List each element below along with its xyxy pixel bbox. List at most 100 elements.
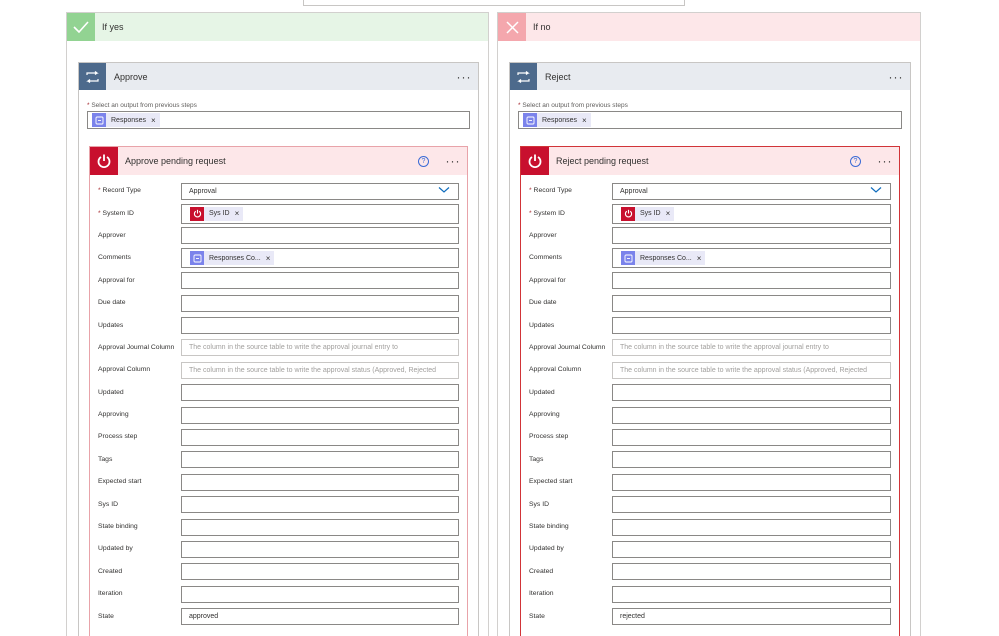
record-type-field[interactable]: Approval bbox=[612, 182, 891, 200]
action-header[interactable]: Reject ··· bbox=[510, 63, 910, 90]
expected-start-field[interactable] bbox=[181, 473, 459, 491]
comments-field[interactable]: Responses Co... × bbox=[181, 248, 459, 269]
check-icon bbox=[67, 13, 95, 41]
state-field[interactable]: approved bbox=[181, 608, 459, 626]
param-row-updates: Updates bbox=[529, 314, 891, 336]
sys-id-field[interactable] bbox=[612, 496, 891, 514]
param-row-approval-for: Approval for bbox=[529, 270, 891, 292]
sys-id-token[interactable]: Sys ID × bbox=[190, 206, 244, 221]
created-field[interactable] bbox=[612, 563, 891, 581]
param-label: Tags bbox=[529, 455, 544, 463]
flow-canvas: If yes Approve ··· * Select an output fr… bbox=[0, 0, 999, 636]
chevron-down-icon[interactable] bbox=[870, 186, 882, 196]
system-id-field[interactable]: Sys ID × bbox=[181, 203, 459, 224]
iteration-field[interactable] bbox=[181, 585, 459, 603]
responses-co-token[interactable]: Responses Co... × bbox=[621, 251, 706, 266]
param-label: Process step bbox=[529, 433, 569, 441]
field-value: approved bbox=[189, 613, 219, 621]
updated-by-field[interactable] bbox=[181, 540, 459, 558]
due-date-field[interactable] bbox=[612, 294, 891, 312]
approval-for-field[interactable] bbox=[612, 272, 891, 290]
param-row-expected-start: Expected start bbox=[529, 471, 891, 493]
power-icon bbox=[521, 147, 549, 175]
record-type-field[interactable]: Approval bbox=[181, 182, 459, 200]
approval-column-field[interactable]: The column in the source table to write … bbox=[181, 361, 459, 379]
help-icon[interactable]: ? bbox=[850, 155, 861, 167]
param-row-comments: Comments Responses Co... × bbox=[98, 247, 459, 269]
updated-field[interactable] bbox=[181, 384, 459, 402]
param-row-updated: Updated bbox=[98, 382, 459, 404]
approval-journal-column-field[interactable]: The column in the source table to write … bbox=[612, 339, 891, 357]
tags-field[interactable] bbox=[181, 451, 459, 469]
help-icon[interactable]: ? bbox=[418, 155, 429, 167]
more-options-icon[interactable]: ··· bbox=[450, 70, 478, 84]
responses-co-token[interactable]: Responses Co... × bbox=[190, 251, 275, 266]
approving-field[interactable] bbox=[181, 406, 459, 424]
state-binding-field[interactable] bbox=[181, 518, 459, 536]
param-label: Process step bbox=[98, 433, 138, 441]
tags-field[interactable] bbox=[612, 451, 891, 469]
due-date-field[interactable] bbox=[181, 294, 459, 312]
sys-id-token[interactable]: Sys ID × bbox=[621, 206, 675, 221]
approving-field[interactable] bbox=[612, 406, 891, 424]
approver-field[interactable] bbox=[181, 227, 459, 245]
chevron-down-icon[interactable] bbox=[438, 186, 450, 196]
process-step-field[interactable] bbox=[181, 428, 459, 446]
param-label: * System ID bbox=[98, 209, 134, 217]
param-label: Created bbox=[529, 567, 554, 575]
param-label: Approving bbox=[98, 411, 129, 419]
param-row-record-type: * Record Type Approval bbox=[98, 180, 459, 202]
param-label: Approver bbox=[529, 231, 557, 239]
param-label: Updated by bbox=[529, 545, 564, 553]
approval-journal-column-field[interactable]: The column in the source table to write … bbox=[181, 339, 459, 357]
state-binding-field[interactable] bbox=[612, 518, 891, 536]
param-label: * System ID bbox=[529, 209, 565, 217]
approval-for-field[interactable] bbox=[181, 272, 459, 290]
system-id-field[interactable]: Sys ID × bbox=[612, 203, 891, 224]
branch-header-yes[interactable]: If yes bbox=[67, 13, 488, 41]
updated-by-field[interactable] bbox=[612, 540, 891, 558]
remove-token-icon[interactable]: × bbox=[266, 254, 271, 263]
param-label: Approval Journal Column bbox=[529, 343, 606, 351]
param-row-approver: Approver bbox=[98, 225, 459, 247]
remove-token-icon[interactable]: × bbox=[582, 116, 587, 125]
more-options-icon[interactable]: ··· bbox=[871, 154, 899, 168]
approval-column-field[interactable]: The column in the source table to write … bbox=[612, 361, 891, 379]
action-title: Reject bbox=[545, 71, 571, 82]
created-field[interactable] bbox=[181, 563, 459, 581]
servicenow-action-header[interactable]: Approve pending request ? ··· bbox=[90, 147, 467, 175]
responses-token[interactable]: Responses × bbox=[523, 113, 591, 127]
param-row-state: State approved bbox=[98, 605, 459, 627]
servicenow-action-header[interactable]: Reject pending request ? ··· bbox=[521, 147, 899, 175]
remove-token-icon[interactable]: × bbox=[666, 209, 671, 218]
remove-token-icon[interactable]: × bbox=[151, 116, 156, 125]
expected-start-field[interactable] bbox=[612, 473, 891, 491]
more-options-icon[interactable]: ··· bbox=[439, 154, 467, 168]
select-output-field[interactable]: Responses × bbox=[518, 111, 902, 129]
approver-field[interactable] bbox=[612, 227, 891, 245]
process-step-field[interactable] bbox=[612, 428, 891, 446]
updated-field[interactable] bbox=[612, 384, 891, 402]
param-label: Updated by bbox=[98, 545, 133, 553]
action-header[interactable]: Approve ··· bbox=[79, 63, 478, 90]
param-label: Iteration bbox=[529, 590, 554, 598]
param-label: Tags bbox=[98, 455, 113, 463]
comments-field[interactable]: Responses Co... × bbox=[612, 248, 891, 269]
updates-field[interactable] bbox=[612, 317, 891, 335]
responses-token[interactable]: Responses × bbox=[92, 113, 160, 127]
iteration-field[interactable] bbox=[612, 585, 891, 603]
param-row-approving: Approving bbox=[529, 404, 891, 426]
parameter-list: * Record Type Approval * System ID Sys ID × A… bbox=[521, 175, 899, 628]
select-output-field[interactable]: Responses × bbox=[87, 111, 470, 129]
state-field[interactable]: rejected bbox=[612, 608, 891, 626]
more-options-icon[interactable]: ··· bbox=[882, 70, 910, 84]
branch-header-no[interactable]: If no bbox=[498, 13, 920, 41]
param-row-approval-column: Approval Column The column in the source … bbox=[98, 359, 459, 381]
remove-token-icon[interactable]: × bbox=[697, 254, 702, 263]
param-label: Approving bbox=[529, 411, 560, 419]
remove-token-icon[interactable]: × bbox=[235, 209, 240, 218]
param-label: State binding bbox=[529, 523, 569, 531]
sys-id-field[interactable] bbox=[181, 496, 459, 514]
param-row-sys-id: Sys ID bbox=[529, 493, 891, 515]
updates-field[interactable] bbox=[181, 317, 459, 335]
